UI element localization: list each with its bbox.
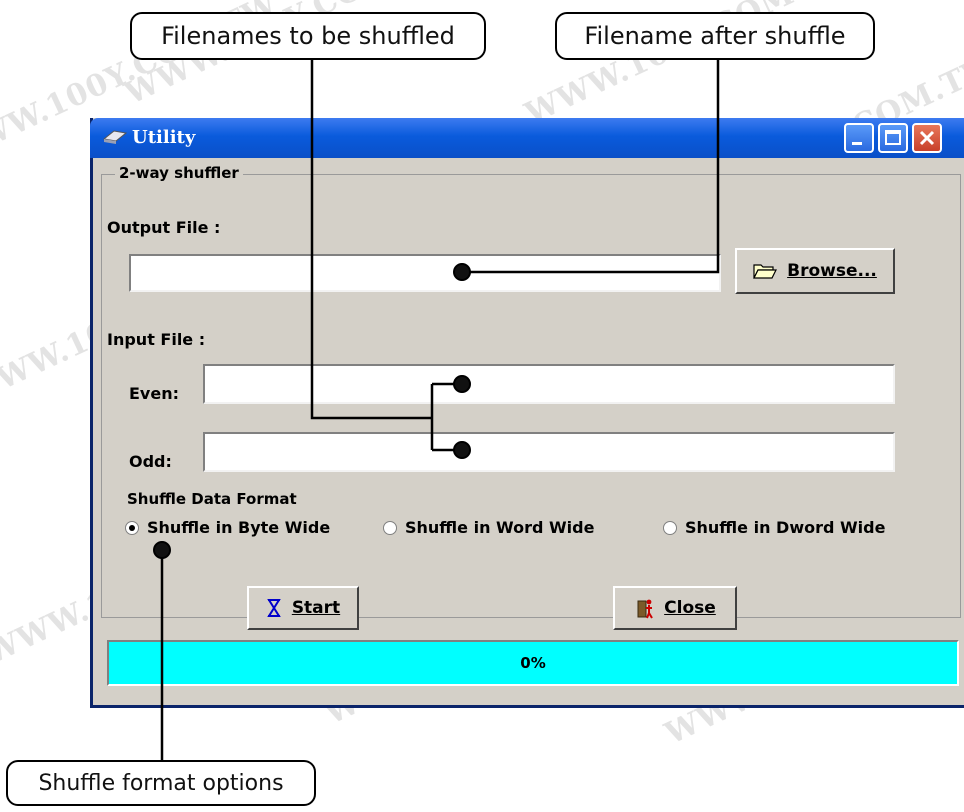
maximize-button[interactable] <box>878 123 908 153</box>
close-button[interactable]: Close <box>613 586 737 630</box>
even-file-field[interactable] <box>203 364 895 404</box>
browse-button[interactable]: Browse... <box>735 248 895 294</box>
close-window-button[interactable] <box>912 123 942 153</box>
radio-label: Shuffle in Word Wide <box>405 518 595 537</box>
progress-text: 0% <box>520 654 546 672</box>
exit-door-icon <box>637 599 654 619</box>
start-button[interactable]: Start <box>247 586 359 630</box>
radio-circle <box>383 520 397 535</box>
close-icon <box>919 130 935 146</box>
radio-byte-wide[interactable]: Shuffle in Byte Wide <box>125 518 330 537</box>
output-file-label: Output File : <box>107 218 221 237</box>
output-file-field[interactable] <box>129 254 721 292</box>
title-bar[interactable]: Utility <box>90 118 964 158</box>
input-file-label: Input File : <box>107 330 206 349</box>
folder-open-icon <box>753 264 778 279</box>
minimize-icon <box>852 142 862 145</box>
odd-label: Odd: <box>129 452 172 471</box>
callout-filename-after-shuffle: Filename after shuffle <box>555 12 875 60</box>
odd-file-field[interactable] <box>203 432 895 472</box>
progress-bar: 0% <box>107 640 959 686</box>
maximize-icon <box>885 130 901 145</box>
app-icon <box>102 130 128 144</box>
even-label: Even: <box>129 384 179 403</box>
hourglass-icon <box>267 599 281 617</box>
minimize-button[interactable] <box>844 123 874 153</box>
browse-label: Browse... <box>787 261 877 281</box>
radio-circle <box>125 520 139 535</box>
radio-label: Shuffle in Byte Wide <box>147 518 331 537</box>
utility-window: Utility 2-way shuffler Output File : Bro… <box>90 118 964 708</box>
start-label: Start <box>291 598 341 618</box>
radio-circle <box>663 520 677 535</box>
close-label: Close <box>664 598 716 618</box>
shuffle-format-title: Shuffle Data Format <box>127 490 297 508</box>
radio-dword-wide[interactable]: Shuffle in Dword Wide <box>663 518 885 537</box>
radio-word-wide[interactable]: Shuffle in Word Wide <box>383 518 594 537</box>
callout-filenames-to-be-shuffled: Filenames to be shuffled <box>130 12 486 60</box>
radio-label: Shuffle in Dword Wide <box>685 518 886 537</box>
group-title: 2-way shuffler <box>115 164 243 182</box>
window-title: Utility <box>132 127 196 148</box>
callout-shuffle-format-options: Shuffle format options <box>6 760 316 806</box>
